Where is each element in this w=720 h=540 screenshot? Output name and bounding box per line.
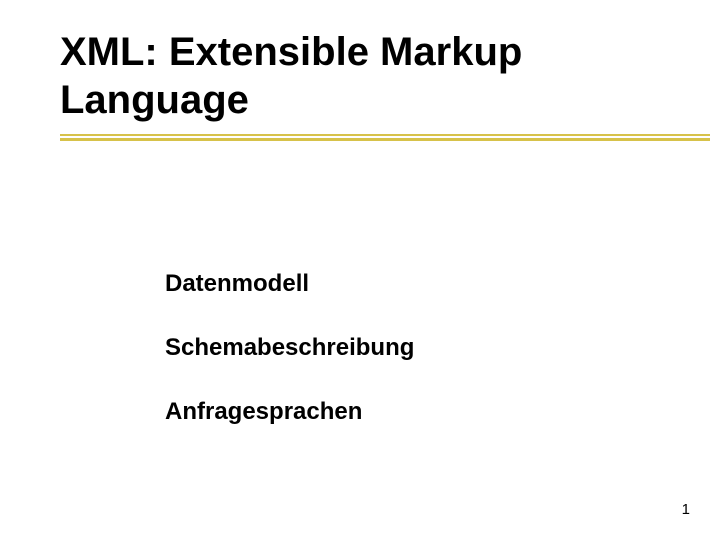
- body-item: Anfragesprachen: [165, 398, 645, 426]
- underline-thin: [60, 134, 710, 136]
- slide-title: XML: Extensible Markup Language: [60, 28, 660, 124]
- body-item: Datenmodell: [165, 270, 645, 298]
- page-number: 1: [682, 501, 690, 518]
- slide-body: Datenmodell Schemabeschreibung Anfragesp…: [165, 270, 645, 462]
- body-item: Schemabeschreibung: [165, 334, 645, 362]
- underline-thick: [60, 138, 710, 141]
- title-underline: [60, 134, 660, 144]
- slide: XML: Extensible Markup Language Datenmod…: [0, 0, 720, 540]
- slide-title-block: XML: Extensible Markup Language: [60, 28, 660, 144]
- slide-title-line2: Language: [60, 78, 249, 122]
- slide-title-line1: XML: Extensible Markup: [60, 30, 522, 74]
